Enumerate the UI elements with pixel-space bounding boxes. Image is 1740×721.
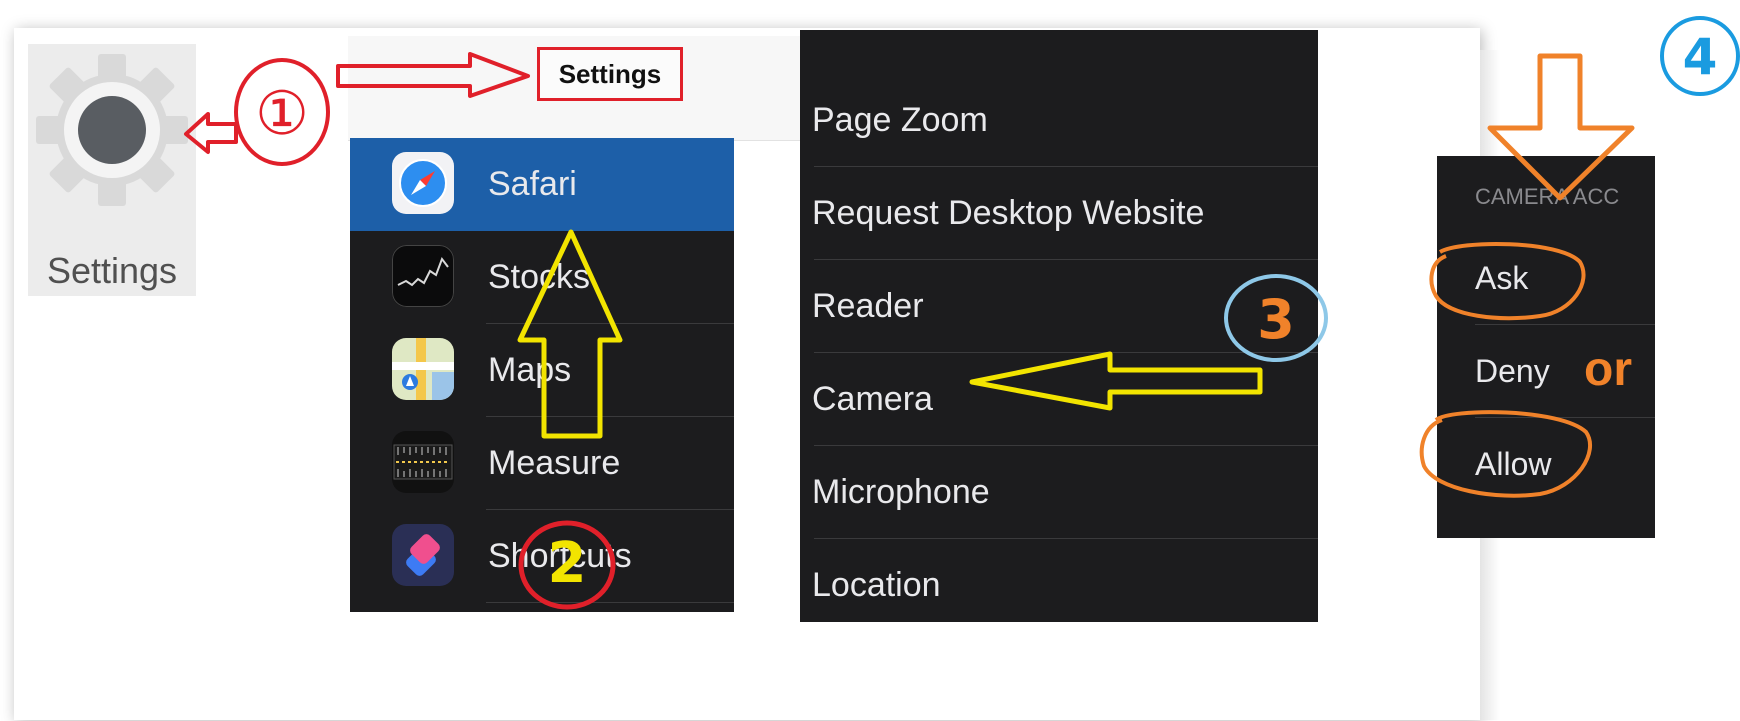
stocks-icon xyxy=(392,245,454,307)
option-label: Deny xyxy=(1475,353,1550,389)
gear-icon[interactable] xyxy=(32,50,192,210)
safari-settings-list: Page Zoom Request Desktop Website Reader… xyxy=(800,30,1318,622)
camera-access-header: CAMERA ACC xyxy=(1475,184,1620,209)
setting-camera[interactable]: Camera xyxy=(800,353,1318,446)
shortcuts-icon xyxy=(392,524,454,586)
option-label: Ask xyxy=(1475,260,1529,296)
setting-request-desktop-website[interactable]: Request Desktop Website xyxy=(800,167,1318,260)
apps-list: Safari Stocks Maps Measure Shortcuts xyxy=(350,138,734,612)
measure-icon xyxy=(392,431,454,493)
step4-number: 4 xyxy=(1683,28,1718,86)
list-item-maps[interactable]: Maps xyxy=(350,324,734,417)
option-ask[interactable]: Ask xyxy=(1437,232,1655,325)
or-label: or xyxy=(1584,343,1632,396)
setting-label: Camera xyxy=(812,380,933,418)
setting-page-zoom[interactable]: Page Zoom xyxy=(800,74,1318,167)
settings-title: Settings xyxy=(537,47,683,101)
setting-label: Location xyxy=(812,566,941,604)
maps-icon xyxy=(392,338,454,400)
step4-circle xyxy=(1660,16,1740,96)
option-allow[interactable]: Allow xyxy=(1437,418,1655,511)
setting-label: Microphone xyxy=(812,473,990,511)
setting-label: Page Zoom xyxy=(812,101,988,139)
list-item-label: Maps xyxy=(488,351,572,389)
safari-icon xyxy=(392,152,454,214)
option-label: Allow xyxy=(1475,446,1552,482)
list-item-label: Shortcuts xyxy=(488,537,632,575)
setting-label: Request Desktop Website xyxy=(812,194,1205,232)
settings-app-label: Settings xyxy=(46,250,178,291)
list-item-label: Stocks xyxy=(488,258,591,296)
list-item-label: Safari xyxy=(488,165,577,203)
list-item-label: Measure xyxy=(488,444,621,482)
setting-reader[interactable]: Reader xyxy=(800,260,1318,353)
setting-microphone[interactable]: Microphone xyxy=(800,446,1318,539)
setting-location[interactable]: Location xyxy=(800,539,1318,632)
list-item-stocks[interactable]: Stocks xyxy=(350,231,734,324)
list-item-safari[interactable]: Safari xyxy=(350,138,734,231)
list-item-measure[interactable]: Measure xyxy=(350,417,734,510)
setting-label: Reader xyxy=(812,287,924,325)
list-item-shortcuts[interactable]: Shortcuts xyxy=(350,510,734,603)
